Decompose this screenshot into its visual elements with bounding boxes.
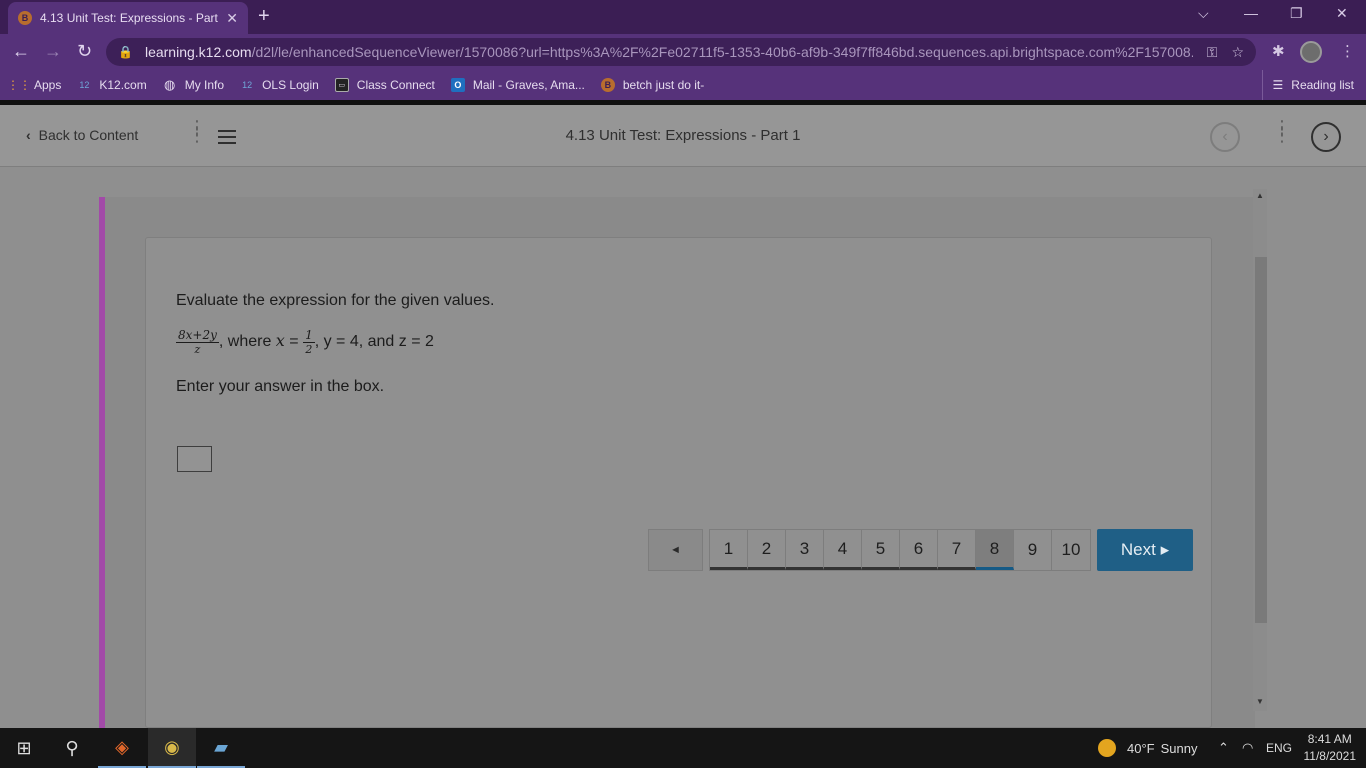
bookmark-apps[interactable]: ⋮⋮ Apps [7, 78, 61, 92]
profile-avatar[interactable] [1300, 41, 1322, 63]
bookmarks-bar: ⋮⋮ Apps 12 K12.com ◍ My Info 12 OLS Logi… [0, 70, 1366, 100]
tray-chevron-up-icon[interactable]: ⌃ [1218, 728, 1229, 768]
brave-browser-icon[interactable]: ◈ [98, 728, 146, 768]
question-expression: 8x+2y z , where x = 1 2 , y = 4, and z =… [176, 328, 434, 356]
scrollbar-thumb[interactable] [1255, 257, 1267, 623]
globe-icon: ◍ [164, 77, 176, 92]
close-tab-icon[interactable]: ✕ [226, 10, 238, 27]
reading-list-button[interactable]: ☰ Reading list [1261, 70, 1354, 100]
reading-list-icon: ☰ [1272, 78, 1284, 92]
k12-icon: 12 [79, 80, 90, 90]
page-button-2[interactable]: 2 [748, 530, 786, 570]
page-title: 4.13 Unit Test: Expressions - Part 1 [565, 127, 801, 144]
address-bar[interactable]: 🔒 learning.k12.com/d2l/le/enhancedSequen… [106, 38, 1256, 66]
minimize-icon[interactable]: — [1244, 5, 1258, 21]
bookmark-mail[interactable]: O Mail - Graves, Ama... [450, 78, 585, 92]
chrome-browser-icon[interactable]: ◉ [148, 728, 196, 768]
windows-taskbar: ⊞ ⚲ ◈ ◉ ▰ 40°F Sunny ⌃ ◠ ENG 8:41 AM 11/… [0, 728, 1366, 768]
page-button-7[interactable]: 7 [938, 530, 976, 570]
search-icon[interactable]: ⚲ [48, 728, 96, 768]
windows-start-icon[interactable]: ⊞ [0, 728, 48, 768]
reload-icon[interactable]: ↻ [77, 42, 92, 60]
bookmark-ols-login[interactable]: 12 OLS Login [240, 78, 319, 92]
browser-tab-active[interactable]: B 4.13 Unit Test: Expressions - Part ✕ [8, 2, 248, 34]
new-tab-button[interactable]: + [258, 6, 270, 26]
video-icon: ▭ [334, 78, 349, 92]
page-button-4[interactable]: 4 [824, 530, 862, 570]
expression-fraction: 8x+2y z [176, 328, 219, 356]
next-question-button[interactable]: Next ▸ [1097, 529, 1193, 571]
forward-arrow-icon[interactable]: → [44, 42, 62, 60]
previous-topic-icon[interactable]: ‹ [1210, 122, 1240, 152]
sun-icon [1098, 739, 1116, 757]
page-button-8-current[interactable]: 8 [976, 530, 1014, 570]
restore-icon[interactable]: ❐ [1290, 5, 1303, 22]
scroll-down-icon[interactable]: ▼ [1256, 697, 1264, 706]
question-prompt: Evaluate the expression for the given va… [176, 292, 495, 309]
page-button-5[interactable]: 5 [862, 530, 900, 570]
divider-dots: ⋮ ⋮ [1273, 117, 1291, 145]
x-value-fraction: 1 2 [303, 328, 315, 356]
menu-kebab-icon[interactable]: ⋮ [1340, 42, 1355, 60]
page-number-list: 1 2 3 4 5 6 7 8 9 10 [709, 529, 1091, 571]
question-pager: ◄ 1 2 3 4 5 6 7 8 9 10 Next ▸ [648, 529, 1193, 571]
page-button-1[interactable]: 1 [710, 530, 748, 570]
apps-grid-icon: ⋮⋮ [7, 78, 31, 92]
star-bookmark-icon[interactable]: ☆ [1231, 44, 1244, 61]
page-content: ‹ Back to Content ⋮ ⋮ 4.13 Unit Test: Expr… [0, 105, 1366, 728]
page-button-10[interactable]: 10 [1052, 530, 1090, 570]
key-icon[interactable]: ⚿ [1207, 44, 1218, 61]
question-card: Evaluate the expression for the given va… [145, 237, 1212, 728]
weather-widget[interactable]: 40°F Sunny [1098, 728, 1197, 768]
browser-tab-strip: B 4.13 Unit Test: Expressions - Part ✕ +… [0, 0, 1366, 34]
notes-app-icon[interactable]: ▰ [197, 728, 245, 768]
back-arrow-icon[interactable]: ← [12, 42, 30, 60]
k12-icon: 12 [242, 80, 253, 90]
answer-instruction: Enter your answer in the box. [176, 378, 385, 395]
page-button-9[interactable]: 9 [1014, 530, 1052, 570]
brave-favicon-icon: B [18, 11, 32, 25]
next-topic-icon[interactable]: › [1311, 122, 1341, 152]
browser-toolbar: ← → ↻ 🔒 learning.k12.com/d2l/le/enhanced… [0, 34, 1366, 70]
language-indicator[interactable]: ENG [1266, 728, 1292, 768]
wifi-icon[interactable]: ◠ [1242, 728, 1253, 768]
url-text: learning.k12.com/d2l/le/enhancedSequence… [144, 44, 1193, 60]
previous-question-button[interactable]: ◄ [648, 529, 703, 571]
close-window-icon[interactable]: ✕ [1336, 5, 1348, 22]
lock-icon: 🔒 [118, 45, 133, 59]
system-clock[interactable]: 8:41 AM 11/8/2021 [1304, 731, 1357, 765]
bookmark-betch[interactable]: B betch just do it- [600, 78, 704, 92]
outlook-icon: O [450, 78, 465, 92]
bookmark-k12[interactable]: 12 K12.com [77, 78, 146, 92]
tab-title: 4.13 Unit Test: Expressions - Part [40, 11, 218, 25]
bookmark-class-connect[interactable]: ▭ Class Connect [334, 78, 435, 92]
answer-input[interactable] [177, 446, 212, 472]
extensions-puzzle-icon[interactable]: ✱ [1272, 42, 1285, 60]
bookmark-my-info[interactable]: ◍ My Info [163, 77, 224, 92]
scroll-up-icon[interactable]: ▲ [1256, 191, 1264, 200]
page-button-6[interactable]: 6 [900, 530, 938, 570]
brave-icon: B [600, 78, 615, 92]
page-button-3[interactable]: 3 [786, 530, 824, 570]
content-navbar: ‹ Back to Content ⋮ ⋮ 4.13 Unit Test: Expr… [0, 105, 1366, 167]
tab-search-chevron-icon[interactable]: ⌵ [1198, 5, 1209, 22]
